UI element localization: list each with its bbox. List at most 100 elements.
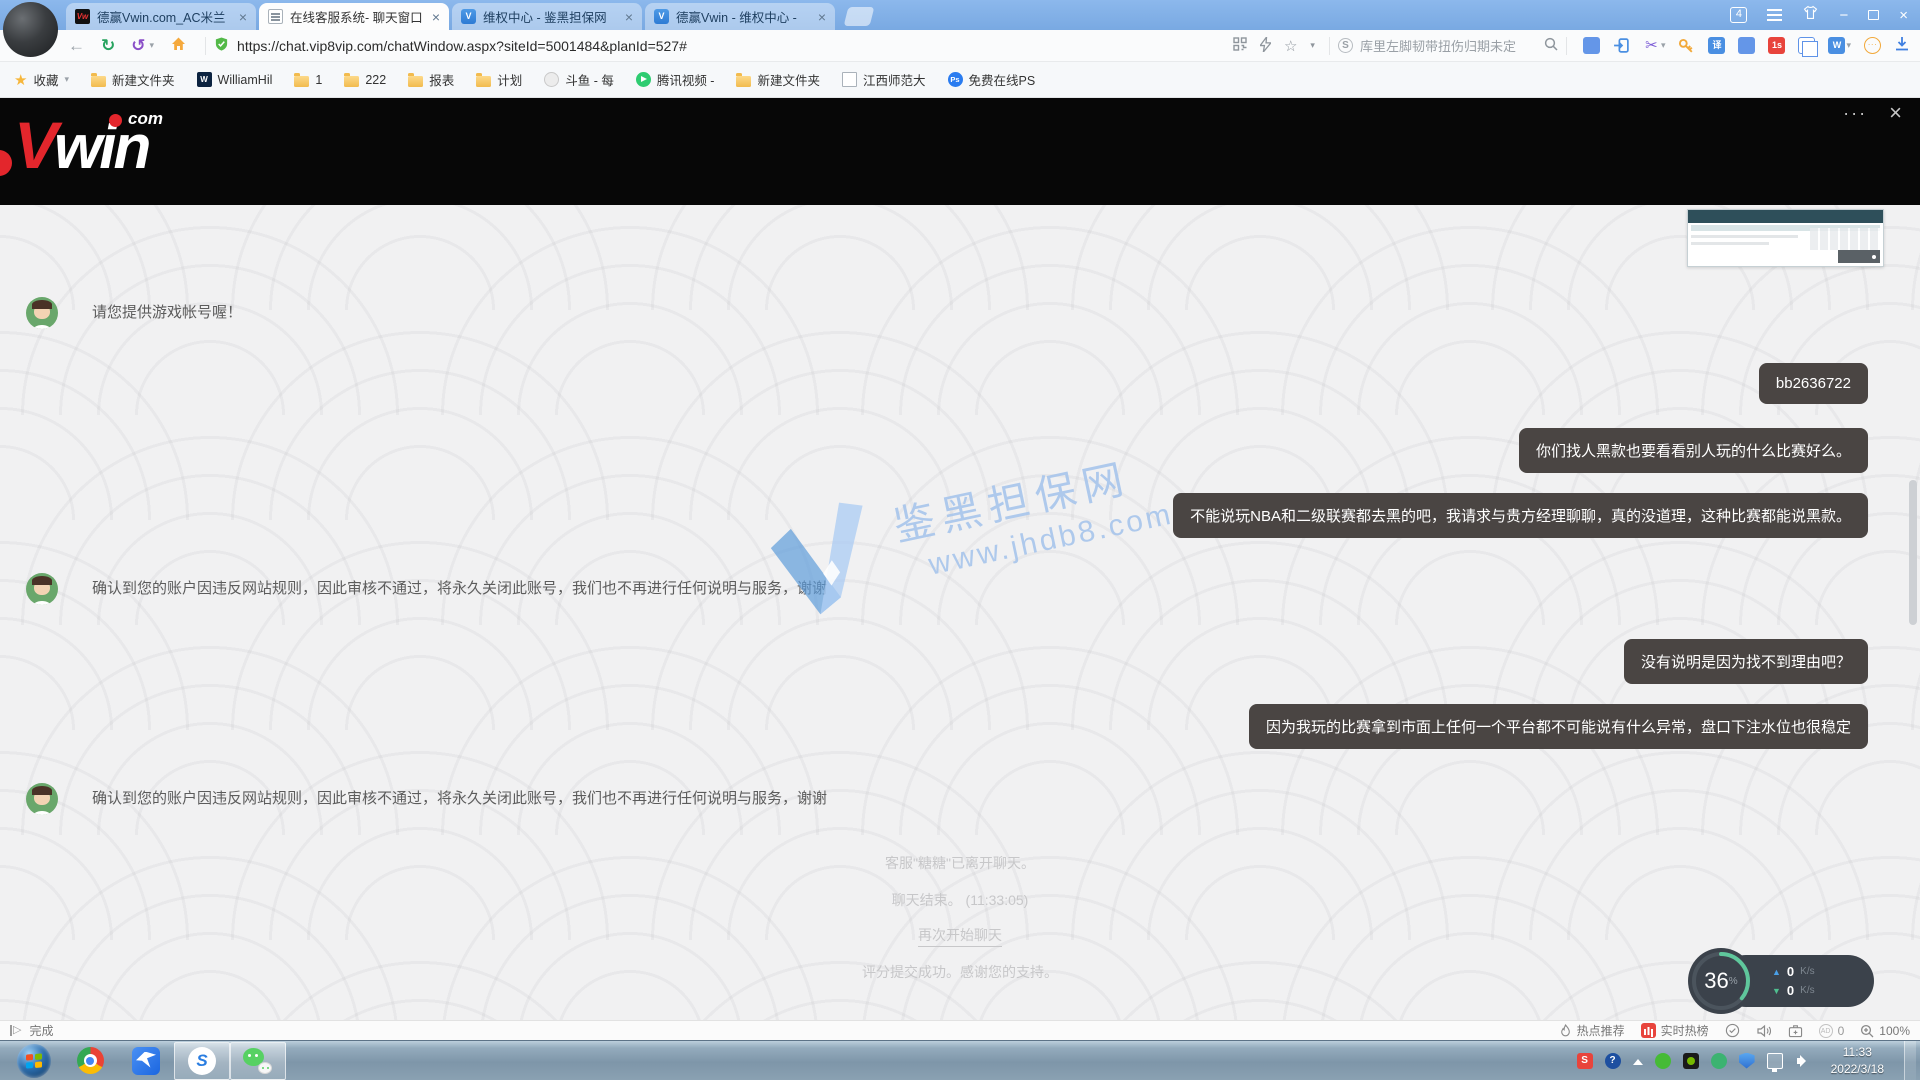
adblock-medkit-icon[interactable]	[1788, 1024, 1803, 1038]
photoshop-icon: Ps	[948, 72, 963, 87]
hot-recommend-toggle[interactable]: 热点推荐	[1559, 1022, 1625, 1039]
taskbar-chrome[interactable]	[62, 1042, 118, 1080]
tab-count-badge[interactable]: 4	[1730, 7, 1747, 23]
tab-vwin-site[interactable]: Vw 德赢Vwin.com_AC米兰 ×	[66, 3, 256, 30]
restart-chat-link[interactable]: 再次开始聊天	[918, 925, 1002, 947]
audio-app-tray-icon[interactable]	[1711, 1053, 1727, 1069]
url-text[interactable]: https://chat.vip8vip.com/chatWindow.aspx…	[237, 38, 687, 54]
address-bar[interactable]: https://chat.vip8vip.com/chatWindow.aspx…	[214, 36, 1227, 55]
search-engine-icon[interactable]: S	[1338, 38, 1353, 53]
taskbar-wechat[interactable]	[230, 1042, 286, 1080]
nvidia-tray-icon[interactable]	[1683, 1053, 1699, 1069]
tab-vwin-weiquan[interactable]: V 德赢Vwin - 维权中心 - ×	[645, 3, 835, 30]
login-door-extension-icon[interactable]	[1613, 37, 1630, 54]
tab-close-icon[interactable]: ×	[625, 10, 633, 24]
search-magnifier-icon[interactable]	[1544, 37, 1558, 54]
restore-caret-icon[interactable]: ▾	[150, 40, 155, 51]
tab-close-icon[interactable]: ×	[239, 10, 247, 24]
translate-extension-icon[interactable]: 译	[1708, 37, 1725, 54]
red-extension-icon[interactable]: 1s	[1768, 37, 1785, 54]
smiley-extension-icon[interactable]: ···	[1864, 37, 1881, 54]
tab-weiquan-center[interactable]: V 维权中心 - 鉴黑担保网 ×	[452, 3, 642, 30]
bookmark-douyu[interactable]: 斗鱼 - 每	[544, 70, 614, 89]
bookmark-folder[interactable]: 新建文件夹	[736, 70, 820, 89]
bookmark-williamhill[interactable]: WWilliamHil	[197, 72, 273, 87]
user-message-bubble: 因为我玩的比赛拿到市面上任何一个平台都不可能说有什么异常，盘口下注水位也很稳定	[1249, 704, 1868, 749]
close-window-button[interactable]: ×	[1899, 8, 1908, 23]
header-more-icon[interactable]: ···	[1843, 103, 1867, 124]
live-trending-toggle[interactable]: 实时热榜	[1641, 1022, 1709, 1039]
speed-percent: 36	[1704, 968, 1728, 994]
show-desktop-button[interactable]	[1904, 1041, 1916, 1080]
favorite-caret-icon[interactable]: ▾	[1310, 40, 1315, 51]
home-icon[interactable]	[170, 36, 187, 55]
mute-speaker-icon[interactable]	[1756, 1024, 1772, 1038]
taskbar-thunder[interactable]	[118, 1042, 174, 1080]
media-detect-icon[interactable]: ▷	[10, 1025, 21, 1036]
tray-expand-icon[interactable]	[1633, 1059, 1643, 1065]
refresh-icon[interactable]: ↻	[101, 36, 115, 56]
qr-code-icon[interactable]	[1233, 37, 1247, 54]
word-extension-icon[interactable]: W	[1828, 37, 1845, 54]
puzzle-extension-icon[interactable]	[1583, 37, 1600, 54]
tab-chat-window[interactable]: 在线客服系统- 聊天窗口 ×	[259, 3, 449, 30]
windows-taskbar: S S ? 11:33 2022/3/18	[0, 1040, 1920, 1080]
scissors-extension-icon[interactable]: ✂	[1643, 37, 1660, 54]
site-safety-icon[interactable]	[1725, 1023, 1740, 1038]
scrollbar-thumb[interactable]	[1909, 480, 1917, 625]
bookmark-tencent-video[interactable]: 腾讯视频 -	[636, 70, 715, 89]
zoom-control[interactable]: 100%	[1860, 1024, 1910, 1038]
bookmark-jxnu[interactable]: 江西师范大	[842, 70, 926, 89]
start-button[interactable]	[6, 1042, 62, 1080]
taskbar-clock[interactable]: 11:33 2022/3/18	[1831, 1044, 1884, 1078]
security-shield-icon[interactable]	[214, 36, 229, 55]
network-speed-widget[interactable]: ▲ 0 K/s ▼ 0 K/s 36%	[1688, 948, 1874, 1014]
security-shield-tray-icon[interactable]	[1739, 1053, 1755, 1069]
download-icon[interactable]	[1894, 36, 1910, 55]
favorite-star-icon[interactable]: ☆	[1284, 37, 1297, 55]
menu-icon[interactable]	[1767, 14, 1782, 16]
favorites-menu[interactable]: ★ 收藏 ▾	[14, 70, 69, 89]
sogou-browser-icon: S	[188, 1047, 216, 1075]
bookmark-folder[interactable]: 计划	[476, 70, 522, 89]
logo-dot	[109, 114, 122, 127]
notes-extension-icon[interactable]	[1798, 37, 1815, 54]
trending-chart-icon	[1641, 1023, 1656, 1038]
chat-image-thumbnail[interactable]	[1687, 209, 1884, 267]
bookmark-folder[interactable]: 1	[294, 73, 322, 87]
speed-percent-dial[interactable]: 36%	[1688, 948, 1754, 1014]
system-message-left-chat: 客服"糖糖"已离开聊天。	[0, 853, 1920, 873]
volume-tray-icon[interactable]	[1795, 1053, 1811, 1069]
header-close-icon[interactable]: ×	[1889, 100, 1902, 126]
wechat-tray-icon[interactable]	[1655, 1053, 1671, 1069]
folder-icon	[344, 76, 359, 87]
puzzle-extension-icon[interactable]	[1738, 37, 1755, 54]
minimize-button[interactable]: −	[1839, 8, 1848, 23]
agent-avatar	[26, 783, 58, 815]
taskbar-sogou-browser[interactable]: S	[174, 1042, 230, 1080]
sogou-input-tray-icon[interactable]: S	[1577, 1053, 1593, 1069]
back-icon[interactable]: ←	[68, 37, 85, 54]
browser-profile-avatar[interactable]	[3, 2, 58, 57]
tab-close-icon[interactable]: ×	[432, 10, 440, 24]
restore-closed-tab-icon[interactable]: ↺	[131, 36, 145, 56]
ad-filter-counter[interactable]: AD 0	[1819, 1024, 1845, 1038]
network-tray-icon[interactable]	[1767, 1053, 1783, 1069]
search-query-text[interactable]: 库里左脚韧带扭伤归期未定	[1360, 36, 1537, 55]
flash-save-icon[interactable]	[1260, 37, 1271, 55]
key-extension-icon[interactable]	[1678, 37, 1695, 54]
maximize-button[interactable]	[1868, 10, 1879, 20]
page-load-status: 完成	[29, 1022, 53, 1039]
help-tray-icon[interactable]: ?	[1605, 1053, 1621, 1069]
agent-message: 确认到您的账户因违反网站规则，因此审核不通过，将永久关闭此账号，我们也不再进行任…	[92, 573, 827, 605]
scissors-caret-icon[interactable]: ▾	[1661, 40, 1666, 51]
bookmark-folder[interactable]: 222	[344, 73, 386, 87]
skin-shirt-icon[interactable]	[1802, 5, 1819, 25]
word-caret-icon[interactable]: ▾	[1846, 40, 1851, 51]
search-box[interactable]: S 库里左脚韧带扭伤归期未定	[1338, 36, 1558, 55]
bookmark-folder[interactable]: 报表	[408, 70, 454, 89]
bookmark-folder[interactable]: 新建文件夹	[91, 70, 175, 89]
tab-close-icon[interactable]: ×	[818, 10, 826, 24]
bookmark-online-ps[interactable]: Ps免费在线PS	[948, 70, 1036, 89]
new-tab-button[interactable]	[844, 7, 875, 26]
